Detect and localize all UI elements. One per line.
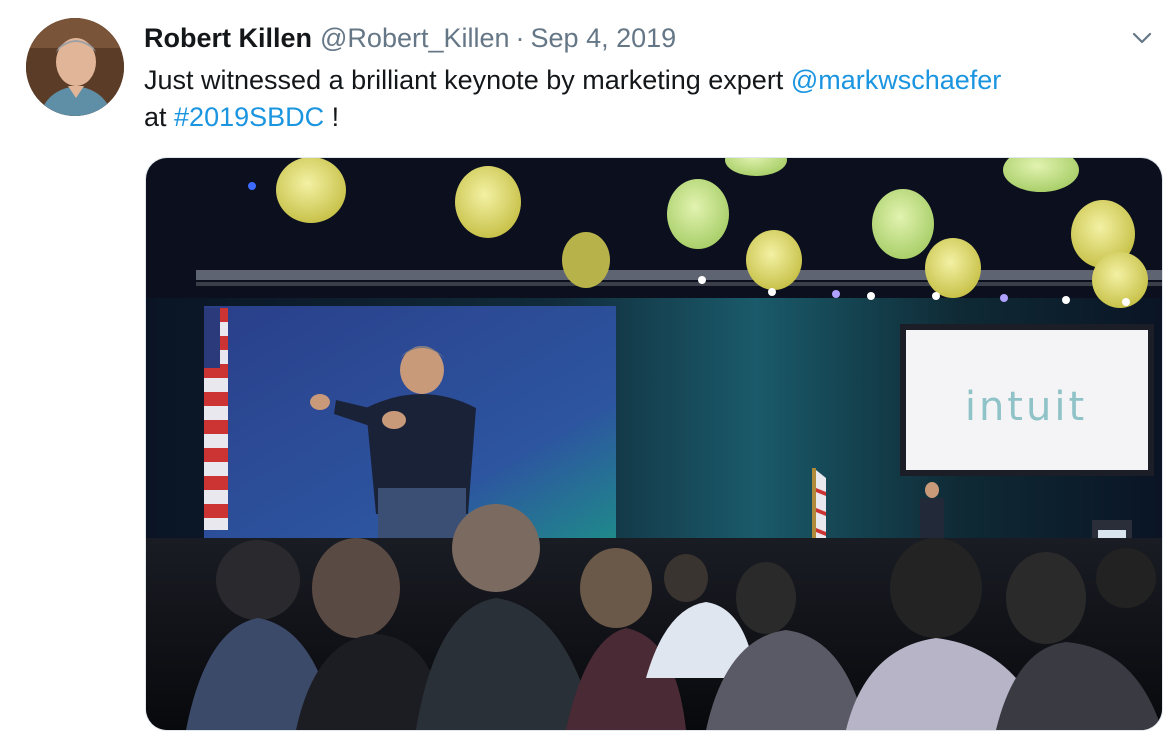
author-handle[interactable]: @Robert_Killen — [320, 23, 510, 53]
separator-dot: · — [515, 23, 525, 53]
tweet-media-photo[interactable]: intuit — [145, 157, 1163, 731]
author-name[interactable]: Robert Killen — [144, 23, 312, 53]
tweet-text-part2-prefix: at — [144, 102, 175, 132]
mention-link[interactable]: @markwschaefer — [791, 65, 1001, 95]
tweet-header: Robert Killen @Robert_Killen · Sep 4, 2019 — [144, 20, 676, 56]
conference-photo: intuit — [146, 158, 1162, 730]
tweet-date[interactable]: Sep 4, 2019 — [531, 23, 677, 53]
tweet-text-part3: ! — [324, 102, 340, 132]
tweet[interactable]: Robert Killen @Robert_Killen · Sep 4, 2019 … — [0, 0, 1174, 748]
tweet-text: Just witnessed a brilliant keynote by ma… — [144, 62, 1144, 136]
chevron-down-icon[interactable] — [1130, 26, 1154, 50]
avatar-photo — [26, 18, 124, 116]
avatar[interactable] — [26, 18, 124, 116]
hashtag-link[interactable]: #2019SBDC — [174, 102, 324, 132]
intuit-logo-screen: intuit — [965, 384, 1087, 430]
tweet-text-part1: Just witnessed a brilliant keynote by ma… — [144, 65, 791, 95]
